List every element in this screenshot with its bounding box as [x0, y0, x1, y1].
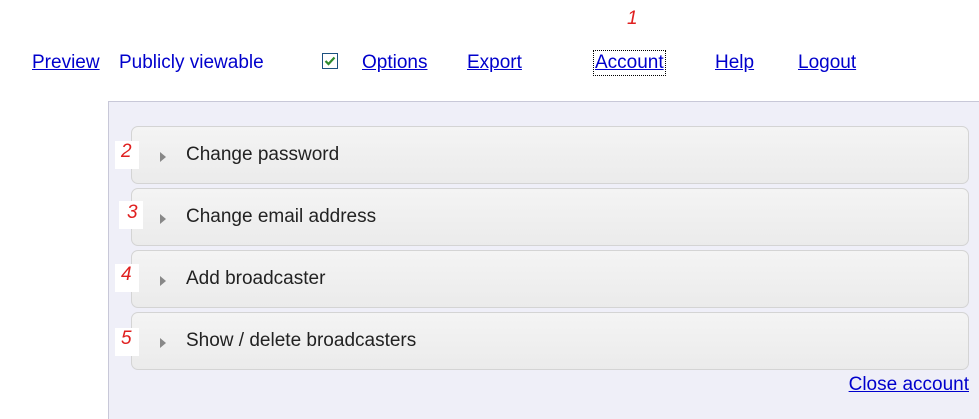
publicly-viewable-checkbox[interactable] [322, 53, 338, 69]
change-email-section[interactable]: Change email address [131, 188, 969, 246]
publicly-viewable-label: Publicly viewable [119, 52, 264, 73]
expand-triangle-icon [160, 276, 166, 286]
step-marker-1: 1 [627, 8, 638, 29]
expand-triangle-icon [160, 338, 166, 348]
section-label: Change password [186, 144, 340, 165]
options-link[interactable]: Options [362, 52, 427, 74]
help-link[interactable]: Help [715, 52, 754, 74]
step-marker-5: 5 [121, 328, 132, 349]
section-label: Show / delete broadcasters [186, 330, 417, 351]
close-account-link[interactable]: Close account [849, 374, 969, 396]
add-broadcaster-section[interactable]: Add broadcaster [131, 250, 969, 308]
logout-link[interactable]: Logout [798, 52, 856, 74]
account-link[interactable]: Account [593, 50, 666, 76]
checkmark-icon [324, 56, 336, 66]
show-delete-broadcasters-section[interactable]: Show / delete broadcasters [131, 312, 969, 370]
section-label: Add broadcaster [186, 268, 326, 289]
expand-triangle-icon [160, 152, 166, 162]
step-marker-3: 3 [127, 202, 138, 223]
preview-link[interactable]: Preview [32, 52, 100, 74]
section-label: Change email address [186, 206, 377, 227]
export-link[interactable]: Export [467, 52, 522, 74]
account-page: 1 Preview Publicly viewable Options Expo… [0, 0, 979, 419]
change-password-section[interactable]: Change password [131, 126, 969, 184]
expand-triangle-icon [160, 214, 166, 224]
step-marker-4: 4 [121, 264, 132, 285]
step-marker-2: 2 [121, 141, 132, 162]
